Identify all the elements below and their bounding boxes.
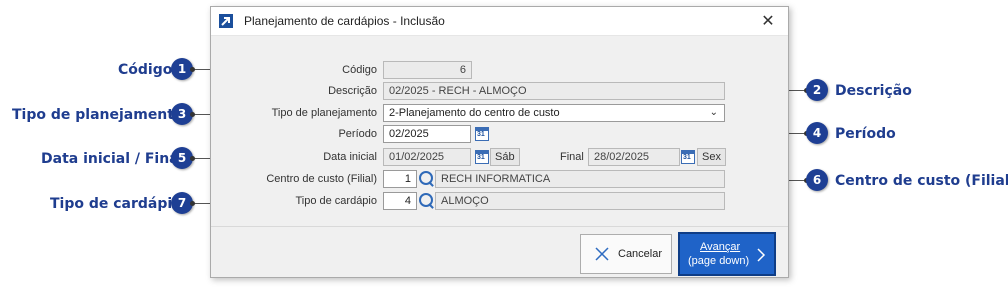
chevron-down-icon: ⌄ [709,107,718,118]
callout-badge-4: 4 [806,122,828,144]
callout-label-periodo: Período [835,126,896,142]
callout-label-centro-custo: Centro de custo (Filial) [835,173,1008,189]
tipo-cardapio-name-field: ALMOÇO [435,192,725,210]
cancel-button[interactable]: Cancelar [580,234,672,274]
next-label: Avançar [700,241,741,253]
tipo-cardapio-search-icon[interactable] [419,193,433,207]
title-bar: Planejamento de cardápios - Inclusão ✕ [211,7,788,36]
callout-label-tipo-planejamento: Tipo de planejamento [12,107,184,123]
next-button[interactable]: Avançar (page down) [678,232,776,276]
data-inicial-weekday: Sáb [490,148,520,166]
tipo-planejamento-select[interactable]: 2-Planejamento do centro de custo ⌄ [383,104,725,122]
tipo-cardapio-label: Tipo de cardápio [295,195,377,207]
footer-divider [211,226,788,227]
descricao-field: 02/2025 - RECH - ALMOÇO [383,82,725,100]
tipo-planejamento-label: Tipo de planejamento [271,107,377,119]
chevron-right-icon [757,248,766,262]
centro-custo-name-field: RECH INFORMATICA [435,170,725,188]
tipo-cardapio-code-input[interactable]: 4 [383,192,417,210]
callout-label-tipo-cardapio: Tipo de cardápio [50,196,182,212]
centro-custo-label: Centro de custo (Filial) [266,173,377,185]
periodo-input[interactable]: 02/2025 [383,125,471,143]
data-inicial-label: Data inicial [323,151,377,163]
callout-badge-2: 2 [806,79,828,101]
callout-label-descricao: Descrição [835,83,912,99]
descricao-label: Descrição [328,85,377,97]
final-label: Final [560,151,584,163]
codigo-field: 6 [383,61,472,79]
close-x-icon [595,247,609,261]
callout-label-codigo: Código [118,62,173,78]
periodo-calendar-icon[interactable]: 31 [475,127,489,141]
final-weekday: Sex [697,148,726,166]
data-inicial-calendar-icon[interactable]: 31 [475,150,489,164]
callout-badge-6: 6 [806,169,828,191]
tipo-planejamento-value: 2-Planejamento do centro de custo [389,107,560,119]
close-icon: ✕ [761,13,775,30]
app-arrow-icon [219,14,233,28]
dialog-title: Planejamento de cardápios - Inclusão [244,14,445,28]
centro-custo-search-icon[interactable] [419,171,433,185]
centro-custo-code-input[interactable]: 1 [383,170,417,188]
inclusion-dialog: Planejamento de cardápios - Inclusão ✕ C… [210,6,789,278]
next-hint: (page down) [688,255,750,267]
final-calendar-icon[interactable]: 31 [681,150,695,164]
data-inicial-field: 01/02/2025 [383,148,471,166]
codigo-label: Código [342,64,377,76]
periodo-label: Período [338,128,377,140]
cancel-label: Cancelar [618,248,663,260]
callout-label-data-inicial-final: Data inicial / Final [41,151,184,167]
close-button[interactable]: ✕ [756,10,780,32]
final-date-field: 28/02/2025 [588,148,680,166]
